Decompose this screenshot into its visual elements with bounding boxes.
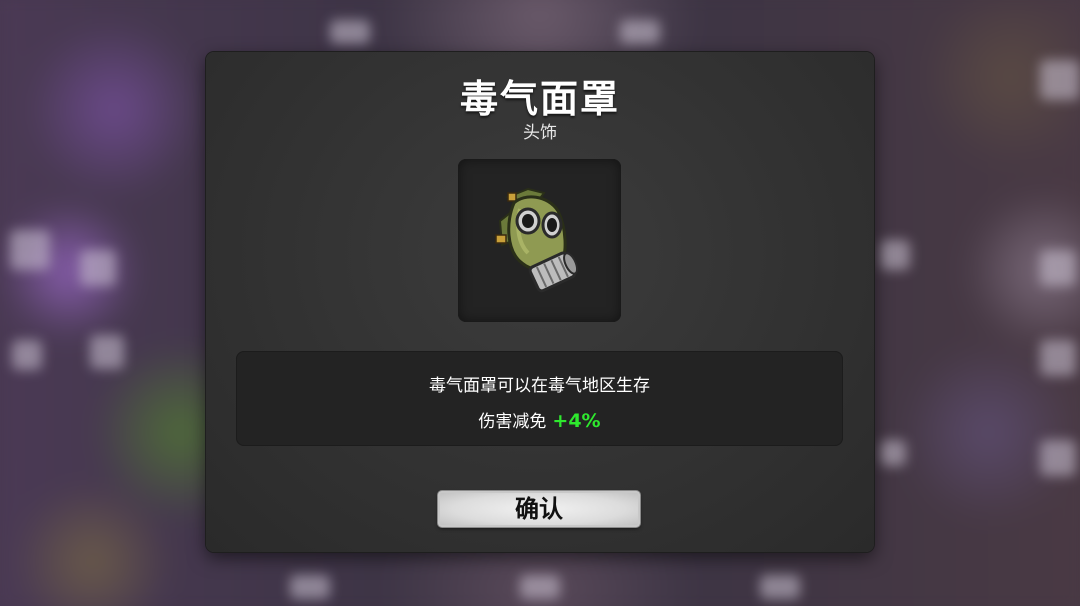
item-info-dialog: 毒气面罩 头饰 毒气面罩可以在毒气地区生存 伤害减免 +4% 确认 — [206, 52, 874, 552]
item-description-box: 毒气面罩可以在毒气地区生存 伤害减免 +4% — [236, 351, 843, 446]
background-blob — [90, 335, 124, 369]
game-screen: 毒气面罩 头饰 毒气面罩可以在毒气地区生存 伤害减免 +4% 确认 — [0, 0, 1080, 606]
item-title: 毒气面罩 — [459, 77, 620, 121]
confirm-button[interactable]: 确认 — [438, 491, 640, 527]
background-blob — [10, 230, 50, 270]
stat-value: +4% — [552, 410, 601, 432]
background-blob — [880, 240, 910, 270]
background-blob — [880, 440, 906, 466]
background-blob — [760, 575, 800, 599]
gas-mask-icon — [495, 187, 579, 293]
background-blob — [80, 250, 116, 286]
background-blob — [1040, 250, 1076, 286]
background-blob — [330, 20, 370, 44]
background-blob — [12, 340, 42, 370]
background-blob — [1040, 340, 1076, 376]
item-stat: 伤害减免 +4% — [236, 407, 843, 432]
background-blob — [1040, 440, 1076, 476]
item-description: 毒气面罩可以在毒气地区生存 — [429, 376, 650, 396]
item-category: 头饰 — [523, 123, 557, 143]
item-icon-frame — [458, 159, 621, 322]
stat-label: 伤害减免 — [478, 412, 547, 432]
background-blob — [520, 575, 560, 599]
background-blob — [1040, 60, 1080, 100]
background-blob — [620, 20, 660, 44]
background-blob — [290, 575, 330, 599]
